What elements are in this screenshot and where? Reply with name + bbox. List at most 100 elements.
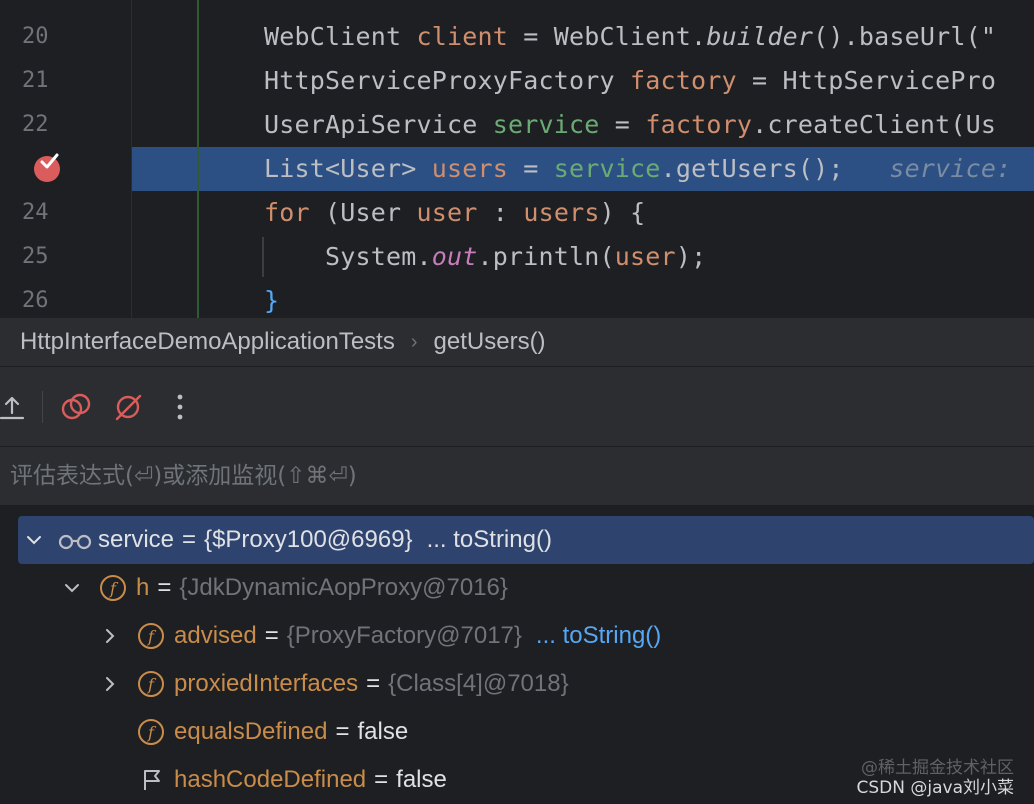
code-token: :: [477, 198, 524, 227]
code-token: (User: [309, 198, 417, 227]
variable-value: {JdkDynamicAopProxy@7016}: [179, 574, 508, 601]
variable-value: {$Proxy100@6969}: [204, 526, 413, 553]
line-number: 24: [22, 200, 49, 225]
more-button[interactable]: [160, 387, 200, 427]
chevron-down-icon[interactable]: [62, 578, 82, 598]
code-text: }: [264, 279, 279, 318]
code-editor[interactable]: 20 WebClient client = WebClient.builder(…: [0, 0, 1034, 318]
code-line-25[interactable]: 25 System.out.println(user);: [0, 235, 1034, 279]
code-token: List<User>: [264, 154, 432, 183]
clear-breakpoints-icon: [115, 394, 142, 421]
breakpoint-icon[interactable]: [34, 153, 60, 182]
field-icon: f: [138, 719, 164, 745]
code-token: ().baseUrl(": [813, 22, 997, 51]
evaluate-expression-bar: [0, 446, 1034, 506]
variable-equals: =: [182, 526, 197, 553]
variable-equals: =: [335, 718, 350, 745]
tree-row-content: advised = {ProxyFactory@7017} ... toStri…: [174, 622, 661, 650]
variable-value: false: [396, 766, 447, 793]
to-string-link[interactable]: ... toString(): [536, 622, 661, 650]
variable-equals: =: [157, 574, 172, 601]
watermark-line-2: CSDN @java刘小菜: [856, 778, 1015, 798]
code-token: out: [431, 242, 478, 271]
code-token: System.: [264, 242, 432, 271]
code-token: = HttpServicePro: [736, 66, 997, 95]
variable-name: equalsDefined: [174, 718, 328, 745]
variable-value: {Class[4]@7018}: [388, 670, 569, 697]
code-token: service:: [843, 154, 1012, 183]
tree-row-content: equalsDefined = false: [174, 718, 408, 746]
chevron-right-icon[interactable]: [100, 674, 120, 694]
code-token: service: [553, 154, 661, 183]
code-token: ) {: [599, 198, 646, 227]
line-number: 25: [22, 244, 49, 269]
chevron-right-icon[interactable]: [100, 626, 120, 646]
code-token: for: [264, 198, 310, 227]
code-token: HttpServiceProxyFactory: [264, 66, 631, 95]
tree-row-service[interactable]: service = {$Proxy100@6969} ... toString(…: [18, 516, 1034, 564]
variables-tree: service = {$Proxy100@6969} ... toString(…: [0, 506, 1034, 804]
export-button[interactable]: [0, 387, 32, 427]
debug-toolbar: [0, 366, 1034, 446]
variable-equals: =: [366, 670, 381, 697]
code-line-22[interactable]: 22 UserApiService service = factory.crea…: [0, 103, 1034, 147]
breadcrumb: HttpInterfaceDemoApplicationTests › getU…: [0, 318, 1034, 366]
code-token: factory: [645, 110, 753, 139]
code-token: .getUsers();: [660, 154, 844, 183]
code-token: client: [416, 22, 509, 51]
toolbar-separator: [42, 391, 43, 423]
code-token: =: [508, 154, 554, 183]
line-number: 21: [22, 68, 49, 93]
code-line-26[interactable]: 26 }: [0, 279, 1034, 318]
tree-row-content: proxiedInterfaces = {Class[4]@7018}: [174, 670, 569, 698]
code-token: UserApiService: [264, 110, 493, 139]
mute-breakpoints-icon: [61, 393, 91, 420]
clear-breakpoints-button[interactable]: [108, 387, 148, 427]
variable-name: advised: [174, 622, 257, 649]
flag-icon: [142, 768, 164, 799]
chevron-down-icon[interactable]: [24, 530, 44, 550]
code-line-24[interactable]: 24 for (User user : users) {: [0, 191, 1034, 235]
field-icon: f: [138, 671, 164, 697]
code-token: user: [416, 198, 478, 227]
code-token: service: [492, 110, 600, 139]
tree-row-h[interactable]: f h = {JdkDynamicAopProxy@7016}: [0, 564, 1034, 612]
code-token: users: [431, 154, 509, 183]
tree-row-content: service = {$Proxy100@6969} ... toString(…: [98, 526, 552, 554]
code-token: factory: [630, 66, 737, 95]
code-token: users: [523, 198, 600, 227]
code-token: builder: [706, 22, 814, 51]
code-line-23[interactable]: List<User> users = service.getUsers(); s…: [0, 147, 1034, 191]
tree-row-content: h = {JdkDynamicAopProxy@7016}: [136, 574, 508, 602]
code-text: List<User> users = service.getUsers(); s…: [264, 147, 1011, 191]
code-token: }: [264, 286, 280, 315]
field-icon: f: [100, 575, 126, 601]
variable-equals: =: [374, 766, 389, 793]
tree-row-content: hashCodeDefined = false: [174, 766, 447, 794]
breadcrumb-separator: ›: [410, 330, 418, 353]
tree-row-equals-defined[interactable]: f equalsDefined = false: [0, 708, 1034, 756]
tree-row-advised[interactable]: f advised = {ProxyFactory@7017} ... toSt…: [0, 612, 1034, 660]
variable-value: false: [357, 718, 409, 745]
tree-row-proxied-interfaces[interactable]: f proxiedInterfaces = {Class[4]@7018}: [0, 660, 1034, 708]
code-token: user: [614, 242, 676, 271]
code-token: );: [675, 242, 707, 271]
breadcrumb-method[interactable]: getUsers(): [434, 328, 546, 356]
code-line-21[interactable]: 21 HttpServiceProxyFactory factory = Htt…: [0, 59, 1034, 103]
code-token: .println(: [477, 242, 615, 271]
mute-breakpoints-button[interactable]: [56, 387, 96, 427]
code-token: .createClient(Us: [752, 110, 997, 139]
variable-name: hashCodeDefined: [174, 766, 367, 793]
variable-value: {ProxyFactory@7017}: [286, 622, 522, 649]
evaluate-expression-input[interactable]: [0, 447, 1034, 505]
code-token: = WebClient.: [508, 22, 707, 51]
watermark-line-1: @稀土掘金技术社区: [861, 758, 1014, 778]
code-line-20[interactable]: 20 WebClient client = WebClient.builder(…: [0, 15, 1034, 59]
breadcrumb-class[interactable]: HttpInterfaceDemoApplicationTests: [20, 328, 395, 356]
line-number: 22: [22, 112, 49, 137]
code-text: for (User user : users) {: [264, 191, 645, 235]
code-text: UserApiService service = factory.createC…: [264, 103, 996, 147]
code-text: System.out.println(user);: [264, 235, 706, 279]
indent-guide: [197, 0, 199, 318]
to-string-link[interactable]: ... toString(): [427, 526, 552, 554]
